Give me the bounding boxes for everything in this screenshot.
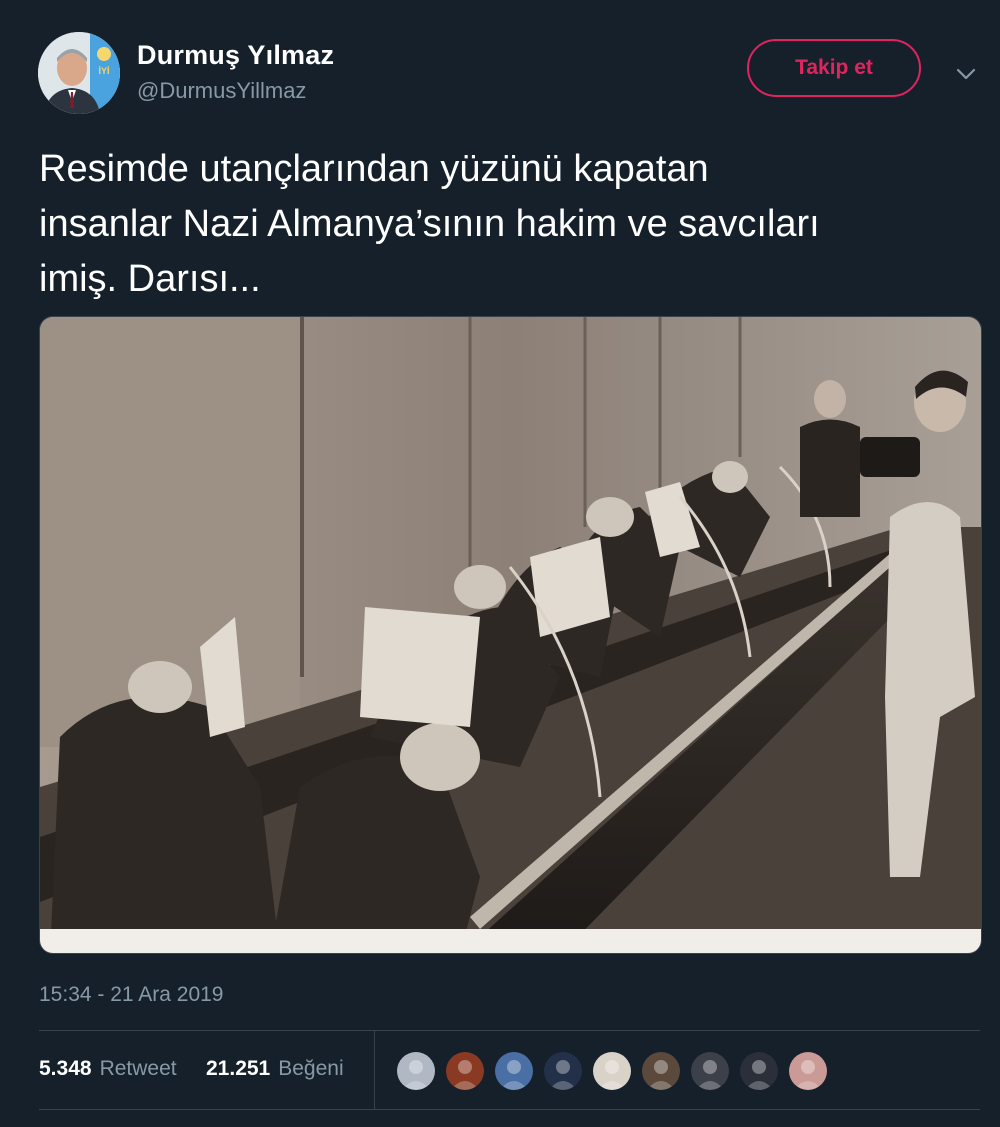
liker-avatar-8[interactable] xyxy=(738,1050,780,1092)
retweet-stat[interactable]: 5.348 Retweet xyxy=(39,1057,177,1081)
retweet-label: Retweet xyxy=(99,1057,177,1080)
liker-avatars xyxy=(395,1050,829,1092)
party-logo-text: İYİ xyxy=(98,66,109,76)
display-name[interactable]: Durmuş Yılmaz xyxy=(137,40,334,71)
liker-avatar-3[interactable] xyxy=(493,1050,535,1092)
retweet-count: 5.348 xyxy=(39,1057,92,1080)
profile-photo-icon: İYİ xyxy=(38,32,120,114)
courtroom-photo-icon xyxy=(40,317,981,953)
divider xyxy=(39,1030,980,1031)
divider xyxy=(39,1109,980,1110)
tweet-card: İYİ Durmuş Yılmaz @DurmusYillmaz Takip e… xyxy=(0,0,1000,1127)
user-handle[interactable]: @DurmusYillmaz xyxy=(137,78,306,104)
liker-avatar-7[interactable] xyxy=(689,1050,731,1092)
user-avatar[interactable]: İYİ xyxy=(38,32,120,114)
liker-avatar-5[interactable] xyxy=(591,1050,633,1092)
tweet-photo[interactable] xyxy=(39,316,982,954)
follow-button[interactable]: Takip et xyxy=(747,39,921,97)
like-label: Beğeni xyxy=(278,1057,344,1080)
like-count: 21.251 xyxy=(206,1057,271,1080)
liker-avatar-6[interactable] xyxy=(640,1050,682,1092)
liker-avatar-1[interactable] xyxy=(395,1050,437,1092)
like-stat[interactable]: 21.251 Beğeni xyxy=(206,1057,344,1081)
liker-avatar-9[interactable] xyxy=(787,1050,829,1092)
stat-divider xyxy=(374,1031,375,1109)
tweet-timestamp[interactable]: 15:34 - 21 Ara 2019 xyxy=(39,983,223,1007)
tweet-text: Resimde utançlarından yüzünü kapatan ins… xyxy=(39,148,820,300)
chevron-down-icon[interactable] xyxy=(952,60,980,88)
liker-avatar-2[interactable] xyxy=(444,1050,486,1092)
liker-avatar-4[interactable] xyxy=(542,1050,584,1092)
